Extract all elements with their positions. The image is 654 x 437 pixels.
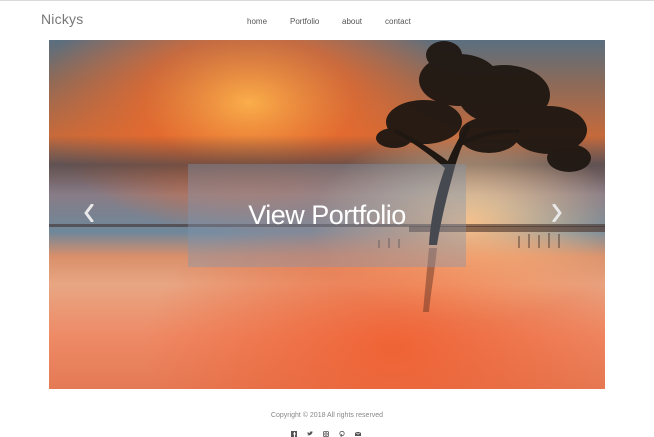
top-border bbox=[0, 0, 654, 1]
pinterest-icon[interactable] bbox=[339, 430, 345, 437]
copyright-text: Copyright © 2018 All rights reserved bbox=[270, 412, 384, 419]
nav-link-portfolio[interactable]: Portfolio bbox=[290, 17, 319, 26]
carousel-prev-button[interactable] bbox=[84, 204, 102, 230]
chevron-left-icon bbox=[84, 204, 94, 222]
nav-link-about[interactable]: about bbox=[342, 17, 362, 26]
instagram-icon[interactable] bbox=[323, 431, 329, 437]
view-portfolio-button[interactable]: View Portfolio bbox=[188, 164, 466, 267]
social-links bbox=[0, 430, 654, 437]
main-nav: home Portfolio about contact bbox=[0, 17, 654, 29]
carousel-next-button[interactable] bbox=[552, 204, 570, 230]
hero-carousel[interactable]: View Portfolio bbox=[49, 40, 605, 389]
facebook-icon[interactable] bbox=[291, 431, 297, 437]
nav-link-contact[interactable]: contact bbox=[385, 17, 411, 26]
view-portfolio-label: View Portfolio bbox=[248, 200, 406, 230]
nav-link-home[interactable]: home bbox=[247, 17, 267, 26]
chevron-right-icon bbox=[552, 204, 562, 222]
email-icon[interactable] bbox=[354, 431, 362, 437]
twitter-icon[interactable] bbox=[307, 431, 313, 437]
